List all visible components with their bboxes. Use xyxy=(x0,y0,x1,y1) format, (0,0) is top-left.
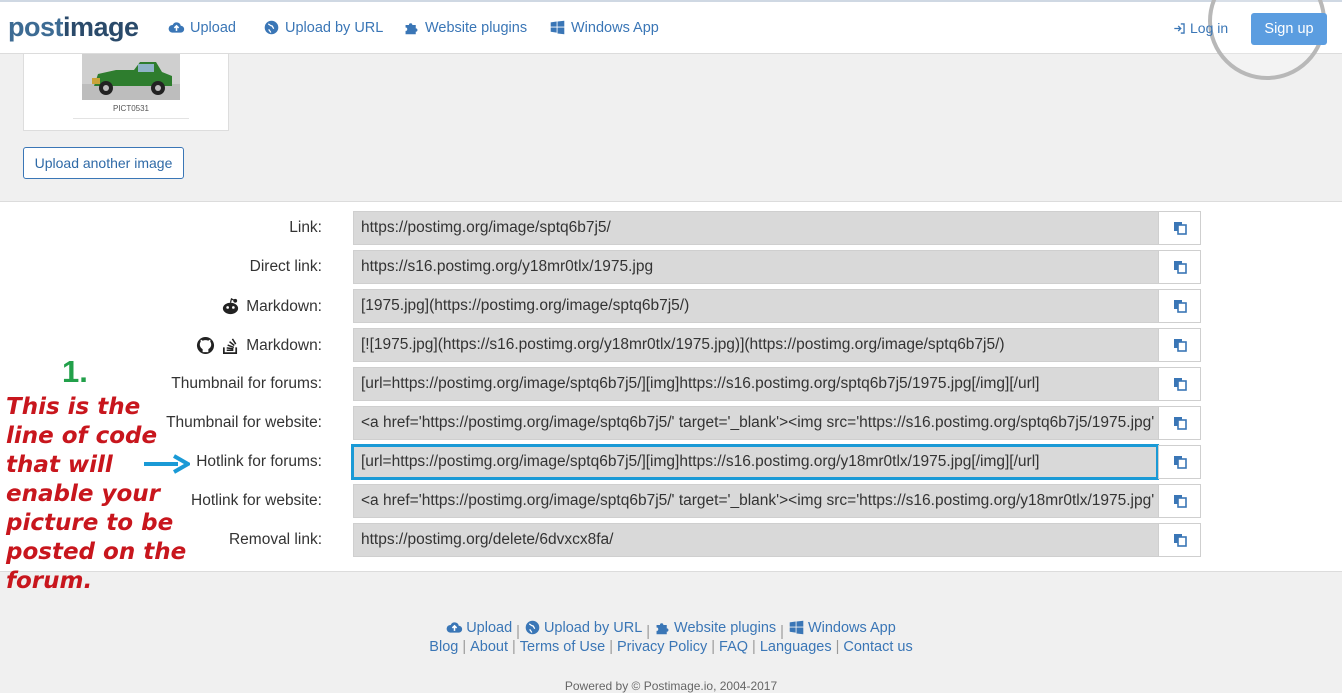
copy-button[interactable] xyxy=(1158,367,1201,401)
signup-button[interactable]: Sign up xyxy=(1251,13,1327,45)
thumbnail-forums-label: Thumbnail for forums: xyxy=(171,375,322,392)
footer-link-contact[interactable]: Contact us xyxy=(843,639,912,655)
puzzle-icon xyxy=(405,23,418,35)
markdown-github-label: Markdown: xyxy=(196,336,322,355)
upload-another-label: Upload another image xyxy=(34,155,173,171)
link-row: Link: https://postimg.org/image/sptq6b7j… xyxy=(0,211,1342,245)
annotation-line: picture to be xyxy=(6,510,174,536)
annotation-line: line of code xyxy=(6,423,158,449)
annotation-line: enable your xyxy=(6,481,160,507)
direct-link-row: Direct link: https://s16.postimg.org/y18… xyxy=(0,250,1342,284)
footer-upload[interactable]: Upload xyxy=(446,619,512,636)
copy-button[interactable] xyxy=(1158,328,1201,362)
copy-button[interactable] xyxy=(1158,211,1201,245)
footer-nav: Upload | Upload by URL | Website plugins | Win… xyxy=(0,619,1342,640)
direct-link-label: Direct link: xyxy=(249,258,322,275)
link-label: Link: xyxy=(289,219,322,236)
nav-upload-by-url[interactable]: Upload by URL xyxy=(263,19,383,36)
hotlink-forums-field[interactable]: [url=https://postimg.org/image/sptq6b7j5… xyxy=(351,444,1159,480)
footer-website-plugins[interactable]: Website plugins xyxy=(654,619,776,636)
copy-icon xyxy=(1173,456,1187,469)
copy-button[interactable] xyxy=(1158,484,1201,518)
nav-upload-label: Upload xyxy=(190,19,236,36)
copy-icon xyxy=(1173,300,1187,313)
footer-link-about[interactable]: About xyxy=(470,639,508,655)
thumbnail-frame[interactable]: PICT0531 xyxy=(73,54,189,119)
hotlink-forums-label: Hotlink for forums: xyxy=(196,453,322,470)
puzzle-icon xyxy=(656,623,669,635)
nav-windows-app[interactable]: Windows App xyxy=(549,19,659,36)
login-link[interactable]: Log in xyxy=(1173,20,1228,36)
annotation-line: posted on the xyxy=(6,539,187,565)
signup-label: Sign up xyxy=(1264,21,1314,37)
annotation-text: This is the line of code that will enabl… xyxy=(6,393,206,596)
nav-upload-by-url-label: Upload by URL xyxy=(285,19,384,36)
copy-icon xyxy=(1173,534,1187,547)
footer-link-faq[interactable]: FAQ xyxy=(719,639,748,655)
logo-part2: image xyxy=(63,12,139,42)
markdown-reddit-label: Markdown: xyxy=(221,297,322,316)
github-icon xyxy=(197,336,215,355)
cloud-upload-icon xyxy=(446,622,463,633)
copy-icon xyxy=(1173,339,1187,352)
globe-icon xyxy=(525,620,540,635)
copy-button[interactable] xyxy=(1158,250,1201,284)
copy-button[interactable] xyxy=(1158,289,1201,323)
thumbnail-caption: PICT0531 xyxy=(112,104,150,113)
markdown-github-row: Markdown: [![1975.jpg](https://s16.posti… xyxy=(0,328,1342,362)
markdown-reddit-field[interactable]: [1975.jpg](https://postimg.org/image/spt… xyxy=(353,289,1159,323)
footer-links: Blog | About | Terms of Use | Privacy Policy | F… xyxy=(429,639,913,655)
stackoverflow-icon xyxy=(223,338,238,354)
footer-windows-app[interactable]: Windows App xyxy=(788,619,896,636)
removal-link-field[interactable]: https://postimg.org/delete/6dvxcx8fa/ xyxy=(353,523,1159,557)
car-thumbnail-image xyxy=(82,54,180,100)
nav-website-plugins-label: Website plugins xyxy=(425,19,528,36)
copy-icon xyxy=(1173,417,1187,430)
postimage-logo[interactable]: postimage xyxy=(8,12,139,43)
annotation-step-number: 1. xyxy=(62,354,88,389)
upload-another-button[interactable]: Upload another image xyxy=(23,147,184,179)
globe-icon xyxy=(264,20,279,35)
copy-button[interactable] xyxy=(1158,523,1201,557)
annotation-arrow-icon xyxy=(144,454,190,474)
windows-icon xyxy=(550,20,565,35)
logo-part1: post xyxy=(8,12,64,42)
removal-link-label: Removal link: xyxy=(228,531,322,548)
copy-icon xyxy=(1173,495,1187,508)
copy-icon xyxy=(1173,222,1187,235)
footer-link-languages[interactable]: Languages xyxy=(760,639,832,655)
copy-button[interactable] xyxy=(1158,406,1201,440)
markdown-reddit-row: Markdown: [1975.jpg](https://postimg.org… xyxy=(0,289,1342,323)
login-label: Log in xyxy=(1190,20,1229,36)
direct-link-field[interactable]: https://s16.postimg.org/y18mr0tlx/1975.j… xyxy=(353,250,1159,284)
windows-icon xyxy=(789,620,804,635)
sign-in-icon xyxy=(1174,22,1185,34)
hotlink-website-field[interactable]: <a href='https://postimg.org/image/sptq6… xyxy=(353,484,1159,518)
reddit-icon xyxy=(223,298,239,315)
footer-link-privacy[interactable]: Privacy Policy xyxy=(617,639,707,655)
thumbnail-forums-field[interactable]: [url=https://postimg.org/image/sptq6b7j5… xyxy=(353,367,1159,401)
thumbnail-website-field[interactable]: <a href='https://postimg.org/image/sptq6… xyxy=(353,406,1159,440)
nav-windows-app-label: Windows App xyxy=(571,19,659,36)
cloud-upload-icon xyxy=(168,22,185,33)
copy-icon xyxy=(1173,378,1187,391)
copy-icon xyxy=(1173,261,1187,274)
markdown-github-field[interactable]: [![1975.jpg](https://s16.postimg.org/y18… xyxy=(353,328,1159,362)
footer-link-terms[interactable]: Terms of Use xyxy=(520,639,605,655)
hotlink-website-label: Hotlink for website: xyxy=(191,492,322,509)
annotation-line: This is the xyxy=(6,394,141,420)
annotation-line: forum. xyxy=(6,568,93,594)
copy-button[interactable] xyxy=(1158,445,1201,479)
footer-upload-by-url[interactable]: Upload by URL xyxy=(524,619,642,636)
footer-link-blog[interactable]: Blog xyxy=(429,639,458,655)
navbar: postimage Upload Upload by URL Website p… xyxy=(0,0,1342,80)
thumbnail-card: PICT0531 xyxy=(23,54,229,131)
link-field[interactable]: https://postimg.org/image/sptq6b7j5/ xyxy=(353,211,1159,245)
nav-website-plugins[interactable]: Website plugins xyxy=(403,19,527,36)
nav-upload[interactable]: Upload xyxy=(168,19,236,36)
